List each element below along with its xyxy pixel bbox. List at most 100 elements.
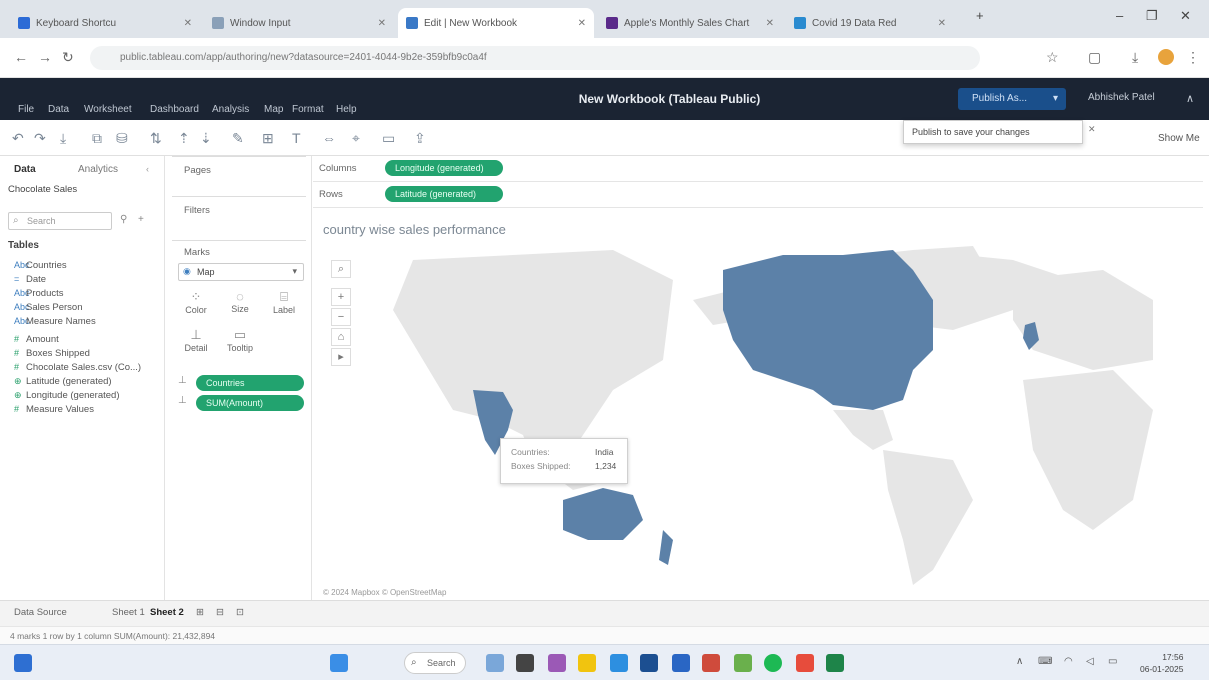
extensions-icon[interactable]: ▢ xyxy=(1088,49,1101,66)
new-dashboard-icon[interactable]: ⊟ xyxy=(216,607,224,618)
sort-asc-icon[interactable]: ⇡ xyxy=(178,130,190,147)
back-icon[interactable]: ← xyxy=(14,49,28,65)
new-sheet-icon[interactable]: ⊞ xyxy=(196,607,204,618)
latitude-pill[interactable]: Latitude (generated) xyxy=(385,186,503,202)
field-item[interactable]: Longitude (generated) xyxy=(26,390,120,401)
tab-data[interactable]: Data xyxy=(14,164,36,175)
filters-card[interactable]: Filters xyxy=(172,196,306,240)
swap-icon[interactable]: ⇅ xyxy=(150,130,162,147)
app-icon[interactable] xyxy=(640,654,658,672)
rows-shelf[interactable]: Rows Latitude (generated) xyxy=(313,182,1203,208)
wifi-icon[interactable]: ◠ xyxy=(1064,656,1073,667)
field-item[interactable]: Chocolate Sales.csv (Co...) xyxy=(26,362,141,373)
taskbar-search[interactable]: ⌕ Search xyxy=(404,652,466,674)
field-item[interactable]: Boxes Shipped xyxy=(26,348,90,359)
add-icon[interactable]: + xyxy=(138,214,144,225)
new-tab-button[interactable]: + xyxy=(976,8,984,23)
label-icon[interactable]: T xyxy=(292,130,301,146)
close-window-icon[interactable]: ✕ xyxy=(1180,8,1191,24)
volume-icon[interactable]: ◁ xyxy=(1086,656,1094,667)
share-icon[interactable]: ⇪ xyxy=(414,130,426,147)
browser-tab-active[interactable]: Edit | New Workbook ✕ xyxy=(398,8,594,38)
field-item[interactable]: Sales Person xyxy=(26,302,83,313)
filter-icon[interactable]: ⚲ xyxy=(120,214,127,225)
zoom-in-icon[interactable]: + xyxy=(331,288,351,306)
show-me-button[interactable]: Show Me xyxy=(1158,133,1200,144)
undo-icon[interactable]: ↶ xyxy=(12,130,24,147)
app-icon[interactable] xyxy=(796,654,814,672)
app-icon[interactable] xyxy=(734,654,752,672)
reload-icon[interactable]: ↻ xyxy=(62,49,74,66)
tab-sheet-1[interactable]: Sheet 1 xyxy=(112,607,145,618)
avatar[interactable] xyxy=(1158,49,1174,65)
edge-icon[interactable] xyxy=(610,654,628,672)
star-icon[interactable]: ☆ xyxy=(1046,49,1059,66)
more-icon[interactable]: ⋮ xyxy=(1186,49,1200,66)
restore-icon[interactable]: ❐ xyxy=(1146,8,1158,24)
tray-chevron-icon[interactable]: ∧ xyxy=(1016,656,1023,667)
url-field[interactable]: public.tableau.com/app/authoring/new?dat… xyxy=(90,46,980,70)
collapse-icon[interactable]: ∧ xyxy=(1186,92,1194,105)
publish-as-button[interactable]: Publish As... ▾ xyxy=(958,88,1066,110)
new-story-icon[interactable]: ⊡ xyxy=(236,607,244,618)
fix-axes-icon[interactable]: ⌖ xyxy=(352,130,360,147)
tab-data-source[interactable]: Data Source xyxy=(14,607,67,618)
field-item[interactable]: Products xyxy=(26,288,64,299)
app-icon[interactable] xyxy=(548,654,566,672)
new-sheet-icon[interactable]: ⧉ xyxy=(92,130,102,147)
browser-tab[interactable]: Keyboard Shortcu ✕ xyxy=(10,8,200,38)
columns-shelf[interactable]: Columns Longitude (generated) xyxy=(313,156,1203,182)
field-item[interactable]: Measure Values xyxy=(26,404,94,415)
taskbar-clock[interactable]: 17:56 06-01-2025 xyxy=(1140,651,1183,675)
label-button[interactable]: ⌸ Label xyxy=(266,289,302,315)
viz-area[interactable]: country wise sales performance ⌕ + − ⌂ ▸… xyxy=(313,210,1203,600)
datasource-name[interactable]: Chocolate Sales xyxy=(8,184,77,195)
browser-tab[interactable]: Apple's Monthly Sales Chart ✕ xyxy=(598,8,782,38)
field-search-input[interactable]: ⌕ Search xyxy=(8,212,112,230)
pin-icon[interactable]: ▸ xyxy=(331,348,351,366)
app-icon[interactable] xyxy=(672,654,690,672)
file-explorer-icon[interactable] xyxy=(578,654,596,672)
size-button[interactable]: ◌ Size xyxy=(222,289,258,314)
browser-tab[interactable]: Covid 19 Data Red ✕ xyxy=(786,8,954,38)
home-icon[interactable]: ⌂ xyxy=(331,328,351,346)
minimize-icon[interactable]: – xyxy=(1116,8,1123,23)
spotify-icon[interactable] xyxy=(764,654,782,672)
zoom-out-icon[interactable]: − xyxy=(331,308,351,326)
close-icon[interactable]: ✕ xyxy=(766,18,774,29)
save-icon[interactable]: ⤓ xyxy=(60,130,66,147)
app-icon[interactable] xyxy=(516,654,534,672)
redo-icon[interactable]: ↷ xyxy=(34,130,46,147)
browser-tab[interactable]: Window Input ✕ xyxy=(204,8,394,38)
fit-icon[interactable]: ⇔ xyxy=(322,130,336,146)
field-item[interactable]: Measure Names xyxy=(26,316,96,327)
detail-button[interactable]: ⊥ Detail xyxy=(178,327,214,353)
start-icon[interactable] xyxy=(330,654,348,672)
close-icon[interactable]: ✕ xyxy=(184,18,192,29)
presentation-icon[interactable]: ▭ xyxy=(382,130,395,147)
tooltip-button[interactable]: ▭ Tooltip xyxy=(222,327,258,353)
battery-icon[interactable]: ▭ xyxy=(1108,656,1117,667)
field-item[interactable]: Amount xyxy=(26,334,59,345)
longitude-pill[interactable]: Longitude (generated) xyxy=(385,160,503,176)
language-icon[interactable]: ⌨ xyxy=(1038,656,1052,667)
pages-card[interactable]: Pages xyxy=(172,156,306,192)
app-icon[interactable] xyxy=(702,654,720,672)
collapse-icon[interactable]: ‹ xyxy=(146,164,149,174)
close-icon[interactable]: ✕ xyxy=(1088,124,1096,135)
account-menu[interactable]: Abhishek Patel xyxy=(1088,92,1155,103)
sum-amount-pill[interactable]: SUM(Amount) xyxy=(196,395,304,411)
sort-desc-icon[interactable]: ⇣ xyxy=(200,130,212,147)
group-icon[interactable]: ⊞ xyxy=(262,130,274,147)
mark-type-select[interactable]: ◉ Map ▾ xyxy=(178,263,304,281)
data-source-icon[interactable]: ⛁ xyxy=(116,130,128,147)
map-search-icon[interactable]: ⌕ xyxy=(331,260,351,278)
close-icon[interactable]: ✕ xyxy=(578,18,586,29)
color-button[interactable]: ⁘ Color xyxy=(178,289,214,315)
close-icon[interactable]: ✕ xyxy=(938,18,946,29)
widgets-icon[interactable] xyxy=(14,654,32,672)
field-item[interactable]: Date xyxy=(26,274,46,285)
tab-analytics[interactable]: Analytics xyxy=(78,164,118,175)
map-canvas[interactable] xyxy=(313,210,1203,600)
download-icon[interactable]: ⤓ xyxy=(1132,49,1138,66)
